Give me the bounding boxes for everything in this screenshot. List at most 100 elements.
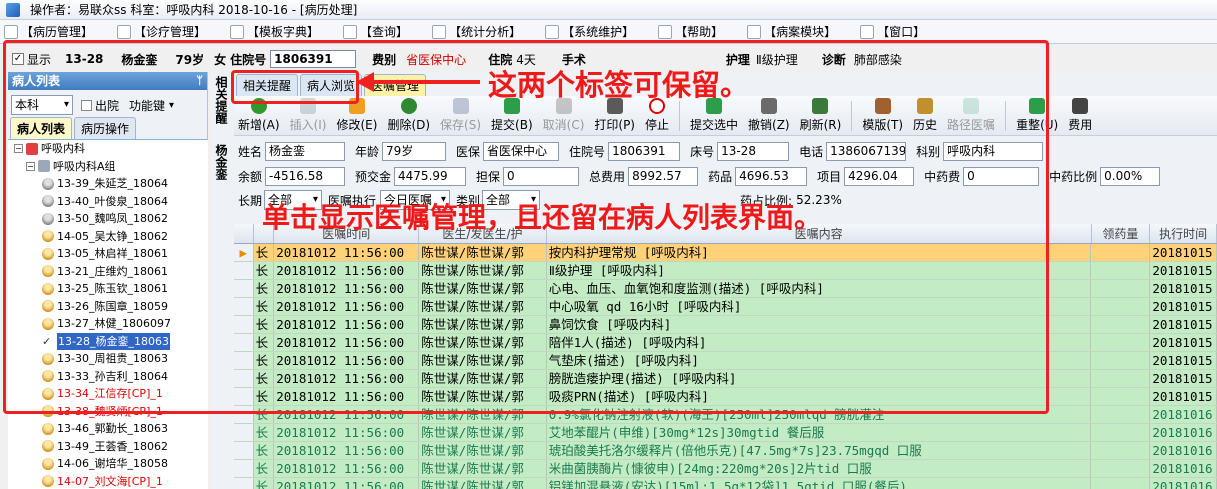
form-field[interactable]: 13-28 [717, 142, 790, 161]
form-field[interactable]: 0.00% [1100, 167, 1161, 186]
table-cell-qty [1091, 262, 1151, 279]
form-field[interactable]: 省医保中心 [483, 142, 560, 161]
discharged-checkbox[interactable] [81, 99, 92, 111]
sidebar-tab-1[interactable]: 病历操作 [74, 117, 137, 139]
menu-item-2[interactable]: 【模板字典】 [230, 23, 319, 40]
form-field[interactable]: 79岁 [382, 142, 447, 161]
patient-icon [42, 440, 54, 453]
toolbar-button-path[interactable]: 路径医嘱 [947, 98, 995, 133]
pin-icon[interactable]: ᛘ [196, 72, 203, 90]
patient-tree-item[interactable]: 14-05_吴太铮_18062 [8, 228, 208, 246]
toolbar-button-add[interactable]: 新增(A) [238, 98, 280, 133]
patient-tree-item[interactable]: 13-30_周祖贵_18063 [8, 350, 208, 368]
menu-item-8[interactable]: 【窗口】 [860, 23, 925, 40]
sidebar-tab-0[interactable]: 病人列表 [10, 117, 73, 139]
table-row[interactable]: 长 20181012 11:56:00 陈世谋/陈世谋/郭 米曲菌胰酶片(慷彼申)[2… [234, 460, 1217, 478]
toolbar-button-undo[interactable]: 撤销(Z) [748, 98, 790, 133]
form-field[interactable]: 呼吸内科 [943, 142, 1044, 161]
toolbar-button-label: 费用 [1068, 118, 1093, 132]
form-field[interactable]: 杨金銮 [265, 142, 346, 161]
admission-no-field[interactable]: 1806391 [270, 50, 357, 68]
patient-tree-item[interactable]: 14-07_刘文海[CP]_1 [8, 473, 208, 489]
menu-item-0[interactable]: 【病历管理】 [4, 23, 93, 40]
toolbar-button-save[interactable]: 保存(S) [440, 98, 481, 133]
form-field[interactable]: -4516.58 [265, 167, 346, 186]
grid-header-cell[interactable] [234, 224, 254, 243]
function-key-dropdown[interactable]: 功能键 [129, 97, 165, 114]
menu-item-7[interactable]: 【病案模块】 [747, 23, 836, 40]
table-row[interactable]: 长 20181012 11:56:00 陈世谋/陈世谋/郭 气垫床(描述) [呼吸内科… [234, 352, 1217, 370]
toolbar-button-reorg[interactable]: 重整(U) [1016, 98, 1058, 133]
patient-tree-item[interactable]: 13-46_郭勤长_18063 [8, 420, 208, 438]
menu-item-5[interactable]: 【系统维护】 [545, 23, 634, 40]
menu-item-6[interactable]: 【帮助】 [658, 23, 723, 40]
table-cell-doc: 陈世谋/陈世谋/郭 [419, 442, 547, 459]
form-field[interactable]: 13860671399 [826, 142, 907, 161]
expander-icon[interactable]: − [26, 161, 35, 171]
toolbar-button-del[interactable]: 删除(D) [387, 98, 430, 133]
chevron-down-icon[interactable]: ▾ [169, 100, 174, 111]
form-field[interactable]: 4296.04 [844, 167, 915, 186]
main-tab-0[interactable]: 相关提醒 [236, 74, 299, 96]
patient-tree-item[interactable]: 13-21_庄维灼_18061 [8, 263, 208, 281]
grid-header-cell[interactable]: 执行时间 [1150, 224, 1217, 243]
patient-tree-item[interactable]: 13-40_叶俊泉_18064 [8, 193, 208, 211]
menu-item-1[interactable]: 【诊疗管理】 [117, 23, 206, 40]
table-row[interactable]: 长 20181012 11:56:00 陈世谋/陈世谋/郭 琥珀酸美托洛尔缓释片(倍他… [234, 442, 1217, 460]
patient-tree-item[interactable]: 13-05_林启祥_18061 [8, 245, 208, 263]
table-cell-exec: 20181015 [1150, 334, 1217, 351]
vtab-reminders[interactable]: 相关提醒 [211, 72, 232, 136]
show-checkbox[interactable]: ✓ [12, 53, 24, 65]
toolbar-button-refresh[interactable]: 刷新(R) [800, 98, 841, 133]
patient-tree-item[interactable]: 13-25_陈玉钦_18061 [8, 280, 208, 298]
patient-tree-item[interactable]: 13-38_魏贤炳[CP]_1 [8, 403, 208, 421]
table-cell-qty [1091, 280, 1151, 297]
table-cell-qty [1091, 406, 1151, 423]
patient-tree-item[interactable]: 13-39_朱延芝_18064 [8, 175, 208, 193]
dept-select[interactable]: 本科 [11, 95, 73, 115]
table-row[interactable]: 长 20181012 11:56:00 陈世谋/陈世谋/郭 吸痰PRN(描述) [呼吸… [234, 388, 1217, 406]
vtab-patient[interactable]: 杨金銮 [211, 140, 232, 184]
table-row[interactable]: 长 20181012 11:56:00 陈世谋/陈世谋/郭 铝镁加混悬液(安达)[15… [234, 478, 1217, 489]
table-row[interactable]: 长 20181012 11:56:00 陈世谋/陈世谋/郭 心电、血压、血氧饱和度监测… [234, 280, 1217, 298]
main-tab-1[interactable]: 病人浏览 [300, 74, 363, 96]
table-row[interactable]: 长 20181012 11:56:00 陈世谋/陈世谋/郭 中心吸氧 qd 16小时 … [234, 298, 1217, 316]
grid-header-cell[interactable]: 领药量 [1092, 224, 1151, 243]
table-row[interactable]: 长 20181012 11:56:00 陈世谋/陈世谋/郭 0.9%氯化钠注射液(软)… [234, 406, 1217, 424]
patient-tree-item[interactable]: ✓ 13-28_杨金銮_18063 [8, 332, 208, 350]
menu-item-3[interactable]: 【查询】 [343, 23, 408, 40]
patient-tree-item[interactable]: − 呼吸内科 [8, 140, 208, 158]
patient-tree-item[interactable]: 14-06_谢培华_18058 [8, 455, 208, 473]
form-field[interactable]: 8992.57 [628, 167, 699, 186]
table-row[interactable]: 长 20181012 11:56:00 陈世谋/陈世谋/郭 鼻饲饮食 [呼吸内科] 20… [234, 316, 1217, 334]
menu-item-4[interactable]: 【统计分析】 [432, 23, 521, 40]
table-row[interactable]: 长 20181012 11:56:00 陈世谋/陈世谋/郭 陪伴1人(描述) [呼吸内… [234, 334, 1217, 352]
toolbar-button-edit[interactable]: 修改(E) [336, 98, 377, 133]
patient-tree-item[interactable]: 13-33_孙吉利_18064 [8, 368, 208, 386]
toolbar-button-ins[interactable]: 插入(I) [290, 98, 326, 133]
form-field[interactable]: 4696.53 [735, 167, 808, 186]
patient-tree-item[interactable]: − 呼吸内科A组 [8, 158, 208, 176]
toolbar-button-hist[interactable]: 历史 [913, 98, 937, 133]
form-field[interactable]: 1806391 [608, 142, 681, 161]
table-row[interactable]: ▶ 长 20181012 11:56:00 陈世谋/陈世谋/郭 按内科护理常规 [呼吸内… [234, 244, 1217, 262]
table-row[interactable]: 长 20181012 11:56:00 陈世谋/陈世谋/郭 艾地苯醌片(申维)[30m… [234, 424, 1217, 442]
patient-tree-item[interactable]: 13-26_陈国章_18059 [8, 298, 208, 316]
toolbar-button-fee[interactable]: 费用 [1068, 98, 1092, 133]
vertical-tab-strip: 相关提醒 杨金銮 [211, 72, 233, 489]
patient-tree-item[interactable]: 13-49_王荟香_18062 [8, 438, 208, 456]
table-cell-qty [1091, 316, 1151, 333]
toolbar-button-tmpl[interactable]: 模版(T) [862, 98, 903, 133]
form-field[interactable]: 4475.99 [394, 167, 467, 186]
expander-icon[interactable]: − [14, 144, 23, 154]
patient-tree-item[interactable]: 13-34_江信存[CP]_1 [8, 385, 208, 403]
form-field[interactable]: 0 [503, 167, 580, 186]
table-row[interactable]: 长 20181012 11:56:00 陈世谋/陈世谋/郭 膀胱造瘘护理(描述) [呼… [234, 370, 1217, 388]
patient-tree-label: 13-21_庄维灼_18061 [57, 264, 168, 278]
form-field[interactable]: 0 [963, 167, 1040, 186]
table-cell-qty [1091, 298, 1151, 315]
patient-tree-item[interactable]: 13-27_林健_1806097 [8, 315, 208, 333]
patient-tree-item[interactable]: 13-50_魏鸣凤_18062 [8, 210, 208, 228]
table-cell-content: 鼻饲饮食 [呼吸内科] [547, 316, 1092, 333]
table-row[interactable]: 长 20181012 11:56:00 陈世谋/陈世谋/郭 Ⅱ级护理 [呼吸内科] 20… [234, 262, 1217, 280]
